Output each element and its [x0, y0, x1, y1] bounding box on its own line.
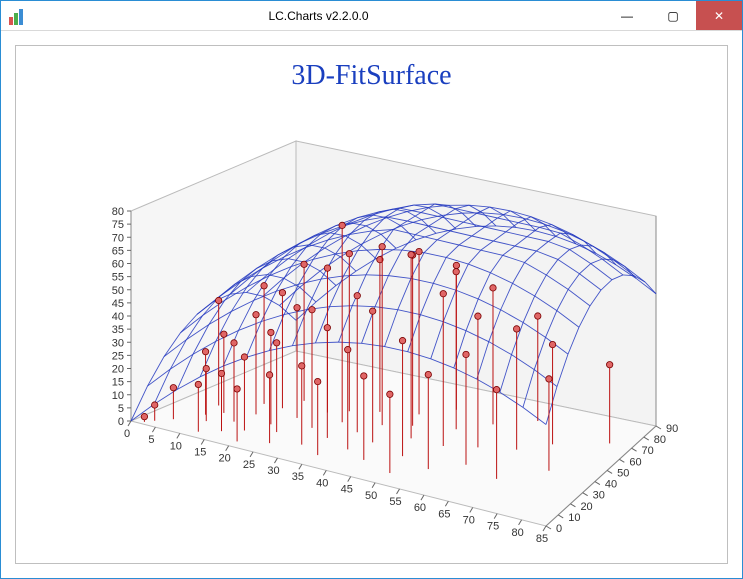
svg-text:5: 5	[118, 403, 124, 415]
svg-text:75: 75	[487, 521, 499, 533]
svg-text:65: 65	[438, 508, 450, 520]
svg-text:0: 0	[556, 523, 562, 535]
svg-text:15: 15	[112, 377, 124, 389]
svg-text:10: 10	[170, 440, 182, 452]
app-window: LC.Charts v2.2.0.0 — ▢ ✕ 3D-FitSurface 0…	[0, 0, 743, 579]
svg-text:60: 60	[414, 502, 426, 514]
svg-text:45: 45	[112, 298, 124, 310]
svg-text:50: 50	[365, 490, 377, 502]
window-title: LC.Charts v2.2.0.0	[33, 9, 604, 23]
svg-text:0: 0	[124, 428, 130, 440]
svg-text:20: 20	[580, 501, 592, 513]
svg-text:70: 70	[642, 445, 654, 457]
minimize-button[interactable]: —	[604, 1, 650, 30]
svg-text:25: 25	[112, 350, 124, 362]
svg-text:20: 20	[112, 364, 124, 376]
svg-text:55: 55	[112, 272, 124, 284]
svg-text:20: 20	[219, 453, 231, 465]
svg-text:15: 15	[194, 447, 206, 459]
svg-text:80: 80	[112, 206, 124, 218]
surface-plot[interactable]: 0510152025303540455055606570758005101520…	[16, 46, 716, 551]
svg-text:35: 35	[292, 471, 304, 483]
svg-text:35: 35	[112, 324, 124, 336]
svg-text:40: 40	[316, 477, 328, 489]
svg-text:80: 80	[654, 434, 666, 446]
svg-text:75: 75	[112, 219, 124, 231]
svg-text:60: 60	[629, 456, 641, 468]
svg-text:0: 0	[118, 416, 124, 428]
svg-text:40: 40	[605, 479, 617, 491]
plot-frame: 3D-FitSurface 05101520253035404550556065…	[15, 45, 728, 564]
svg-text:55: 55	[389, 496, 401, 508]
svg-text:30: 30	[112, 337, 124, 349]
titlebar[interactable]: LC.Charts v2.2.0.0 — ▢ ✕	[1, 1, 742, 31]
svg-text:85: 85	[536, 533, 548, 545]
svg-text:5: 5	[148, 434, 154, 446]
svg-text:25: 25	[243, 459, 255, 471]
svg-text:45: 45	[341, 484, 353, 496]
svg-text:50: 50	[112, 285, 124, 297]
svg-text:70: 70	[112, 232, 124, 244]
svg-text:90: 90	[666, 423, 678, 435]
svg-text:30: 30	[267, 465, 279, 477]
svg-text:50: 50	[617, 467, 629, 479]
maximize-button[interactable]: ▢	[650, 1, 696, 30]
svg-text:70: 70	[463, 514, 475, 526]
client-area: 3D-FitSurface 05101520253035404550556065…	[1, 31, 742, 578]
svg-text:10: 10	[568, 512, 580, 524]
svg-text:10: 10	[112, 390, 124, 402]
window-controls: — ▢ ✕	[604, 1, 742, 30]
svg-text:30: 30	[593, 490, 605, 502]
close-button[interactable]: ✕	[696, 1, 742, 30]
app-icon	[9, 7, 27, 25]
svg-text:40: 40	[112, 311, 124, 323]
svg-text:65: 65	[112, 245, 124, 257]
svg-text:80: 80	[511, 527, 523, 539]
svg-text:60: 60	[112, 259, 124, 271]
